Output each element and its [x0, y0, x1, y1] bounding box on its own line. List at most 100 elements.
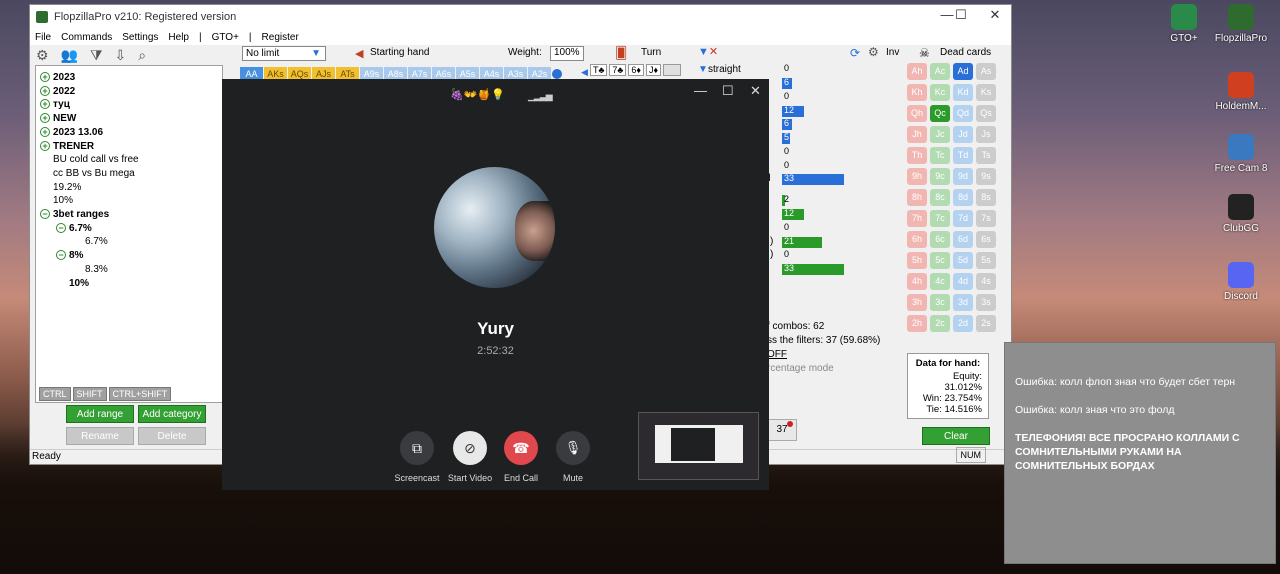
dead-card[interactable]: 6h	[907, 231, 927, 248]
dead-card[interactable]: 3s	[976, 294, 996, 311]
starting-hand-label[interactable]: Starting hand	[370, 47, 430, 58]
dead-card[interactable]: Kc	[930, 84, 950, 101]
tree-node[interactable]: 10%	[40, 195, 73, 206]
desktop-icon[interactable]: HoldemM...	[1206, 72, 1276, 112]
expand-icon[interactable]: +	[40, 99, 50, 110]
expand-icon[interactable]: +	[40, 72, 50, 82]
game-type-select[interactable]: No limit ▼	[242, 46, 326, 61]
tree-node[interactable]: 8.3%	[72, 264, 108, 275]
expand-icon[interactable]: +	[40, 140, 50, 151]
dead-card[interactable]: 9s	[976, 168, 996, 185]
dead-card[interactable]: 8h	[907, 189, 927, 206]
tree-node[interactable]: 10%	[56, 278, 89, 289]
dead-card[interactable]: 3d	[953, 294, 973, 311]
tree-node[interactable]: +2023 13.06	[40, 126, 103, 138]
dead-card[interactable]: 9h	[907, 168, 927, 185]
tree-node[interactable]: 19.2%	[40, 182, 81, 193]
dead-card[interactable]: As	[976, 63, 996, 80]
menu-item-help[interactable]: Help	[168, 32, 189, 43]
dead-card[interactable]: 5h	[907, 252, 927, 269]
start-video-button[interactable]: ⊘	[453, 431, 487, 465]
gear-icon[interactable]: ⚙	[868, 45, 879, 59]
dead-card[interactable]: 8d	[953, 189, 973, 206]
desktop-icon[interactable]: Free Cam 8	[1206, 134, 1276, 174]
screencast-button[interactable]: ⧉	[400, 431, 434, 465]
filter-icon[interactable]: ▼✕	[698, 45, 718, 58]
key-ctrl[interactable]: CTRL	[39, 387, 71, 401]
dead-card[interactable]: 6c	[930, 231, 950, 248]
dead-card[interactable]: Ks	[976, 84, 996, 101]
off-toggle[interactable]: OFF	[767, 349, 787, 360]
key-shift[interactable]: SHIFT	[72, 387, 107, 401]
dead-card[interactable]: 7d	[953, 210, 973, 227]
collapse-icon[interactable]: −	[56, 222, 66, 233]
tree-node[interactable]: +2023	[40, 72, 75, 83]
dead-card[interactable]: 2d	[953, 315, 973, 332]
users-icon[interactable]: 👥	[61, 47, 78, 64]
expand-icon[interactable]: +	[40, 113, 50, 124]
minimize-icon[interactable]: —	[694, 83, 707, 98]
filter-icon[interactable]: ⧩	[90, 47, 103, 64]
add-range-button[interactable]: Add range	[66, 405, 134, 423]
tree-node[interactable]: −3bet ranges	[40, 209, 109, 220]
dead-card[interactable]: 5d	[953, 252, 973, 269]
add-category-button[interactable]: Add category	[138, 405, 206, 423]
dead-card[interactable]: Qh	[907, 105, 927, 122]
dead-card[interactable]: 2h	[907, 315, 927, 332]
dead-card[interactable]: 9c	[930, 168, 950, 185]
board-card[interactable]: J♦	[645, 64, 662, 76]
dead-card[interactable]: 9d	[953, 168, 973, 185]
dead-card[interactable]: Ah	[907, 63, 927, 80]
screen-share-preview[interactable]	[638, 412, 759, 480]
board-card[interactable]: 7♣	[609, 64, 627, 76]
dead-card[interactable]: 6s	[976, 231, 996, 248]
dead-card[interactable]: 7h	[907, 210, 927, 227]
desktop-icon[interactable]: ClubGG	[1206, 194, 1276, 234]
desktop-icon[interactable]: Discord	[1206, 262, 1276, 302]
board-card[interactable]: 6♦	[628, 64, 644, 76]
menu-item-commands[interactable]: Commands	[61, 32, 112, 43]
dead-card[interactable]: Jc	[930, 126, 950, 143]
dead-card[interactable]: Td	[953, 147, 973, 164]
dead-card[interactable]: Js	[976, 126, 996, 143]
dead-card[interactable]: Qs	[976, 105, 996, 122]
tree-node[interactable]: cc BB vs Bu mega	[40, 168, 135, 179]
import-icon[interactable]: ⇩	[115, 47, 127, 64]
menu-item-file[interactable]: File	[35, 32, 51, 43]
tree-node[interactable]: 6.7%	[72, 236, 108, 247]
dead-card[interactable]: 2s	[976, 315, 996, 332]
dead-card[interactable]: 8s	[976, 189, 996, 206]
settings-icon[interactable]: ⚙	[36, 47, 49, 64]
close-icon[interactable]: ✕	[750, 83, 761, 99]
dead-card[interactable]: Ac	[930, 63, 950, 80]
menu-item-gto-[interactable]: GTO+	[212, 32, 239, 43]
tree-node[interactable]: + NEW	[40, 113, 76, 124]
dead-card[interactable]: 4h	[907, 273, 927, 290]
dead-card[interactable]: Kh	[907, 84, 927, 101]
clear-button[interactable]: Clear	[922, 427, 990, 445]
dead-card[interactable]: 3c	[930, 294, 950, 311]
desktop-icon[interactable]: FlopzillaPro	[1206, 4, 1276, 44]
dead-card[interactable]: Qc	[930, 105, 950, 122]
range-tree[interactable]: +2023 +2022 + туц + NEW +2023 13.06 + TRENER BU c…	[35, 65, 223, 403]
end-call-button[interactable]: ☎	[504, 431, 538, 465]
dead-card[interactable]: Ts	[976, 147, 996, 164]
board-card[interactable]: T♣	[590, 64, 608, 76]
dead-card[interactable]: Th	[907, 147, 927, 164]
maximize-icon[interactable]: ☐	[946, 7, 976, 23]
percentage-mode-label[interactable]: rcentage mode	[767, 363, 834, 374]
expand-icon[interactable]: +	[40, 85, 50, 96]
dead-card[interactable]: Kd	[953, 84, 973, 101]
tree-node[interactable]: BU cold call vs free	[40, 154, 139, 165]
dead-card[interactable]: 6d	[953, 231, 973, 248]
dead-card[interactable]: Ad	[953, 63, 973, 80]
dead-card[interactable]: Qd	[953, 105, 973, 122]
close-icon[interactable]: ✕	[980, 7, 1010, 23]
tree-node[interactable]: + туц	[40, 99, 70, 110]
dead-card[interactable]: 7s	[976, 210, 996, 227]
key-ctrl-shift[interactable]: CTRL+SHIFT	[108, 387, 172, 401]
tree-node[interactable]: −8%	[56, 250, 83, 261]
dead-card[interactable]: 7c	[930, 210, 950, 227]
menu-item-settings[interactable]: Settings	[122, 32, 158, 43]
collapse-icon[interactable]: −	[56, 250, 66, 261]
